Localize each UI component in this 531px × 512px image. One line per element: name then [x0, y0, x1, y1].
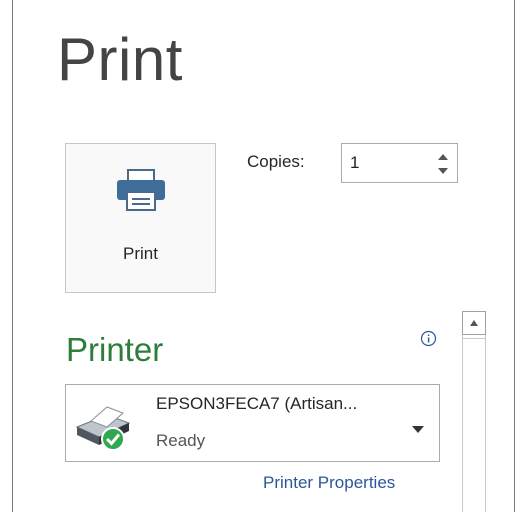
copies-input[interactable]	[350, 152, 420, 174]
printer-properties-link[interactable]: Printer Properties	[263, 473, 395, 493]
scroll-up-button[interactable]	[462, 311, 486, 335]
printer-dropdown[interactable]: EPSON3FECA7 (Artisan... Ready	[65, 384, 440, 462]
info-icon[interactable]	[420, 330, 437, 347]
decrement-icon[interactable]	[436, 164, 450, 176]
copies-stepper[interactable]	[341, 143, 458, 183]
printer-icon	[115, 168, 167, 212]
printer-ready-icon	[71, 397, 135, 453]
scroll-up-icon	[470, 320, 478, 326]
printer-status: Ready	[156, 431, 206, 450]
print-button-label: Print	[123, 244, 158, 263]
increment-icon[interactable]	[436, 150, 450, 162]
chevron-down-icon	[412, 420, 424, 433]
scrollbar[interactable]	[462, 311, 486, 512]
copies-label: Copies:	[247, 152, 305, 171]
page-title: Print	[57, 26, 183, 93]
print-button[interactable]: Print	[65, 143, 216, 293]
scroll-track[interactable]	[463, 338, 485, 512]
printer-section-title: Printer	[66, 331, 164, 368]
printer-name: EPSON3FECA7 (Artisan...	[156, 394, 358, 413]
